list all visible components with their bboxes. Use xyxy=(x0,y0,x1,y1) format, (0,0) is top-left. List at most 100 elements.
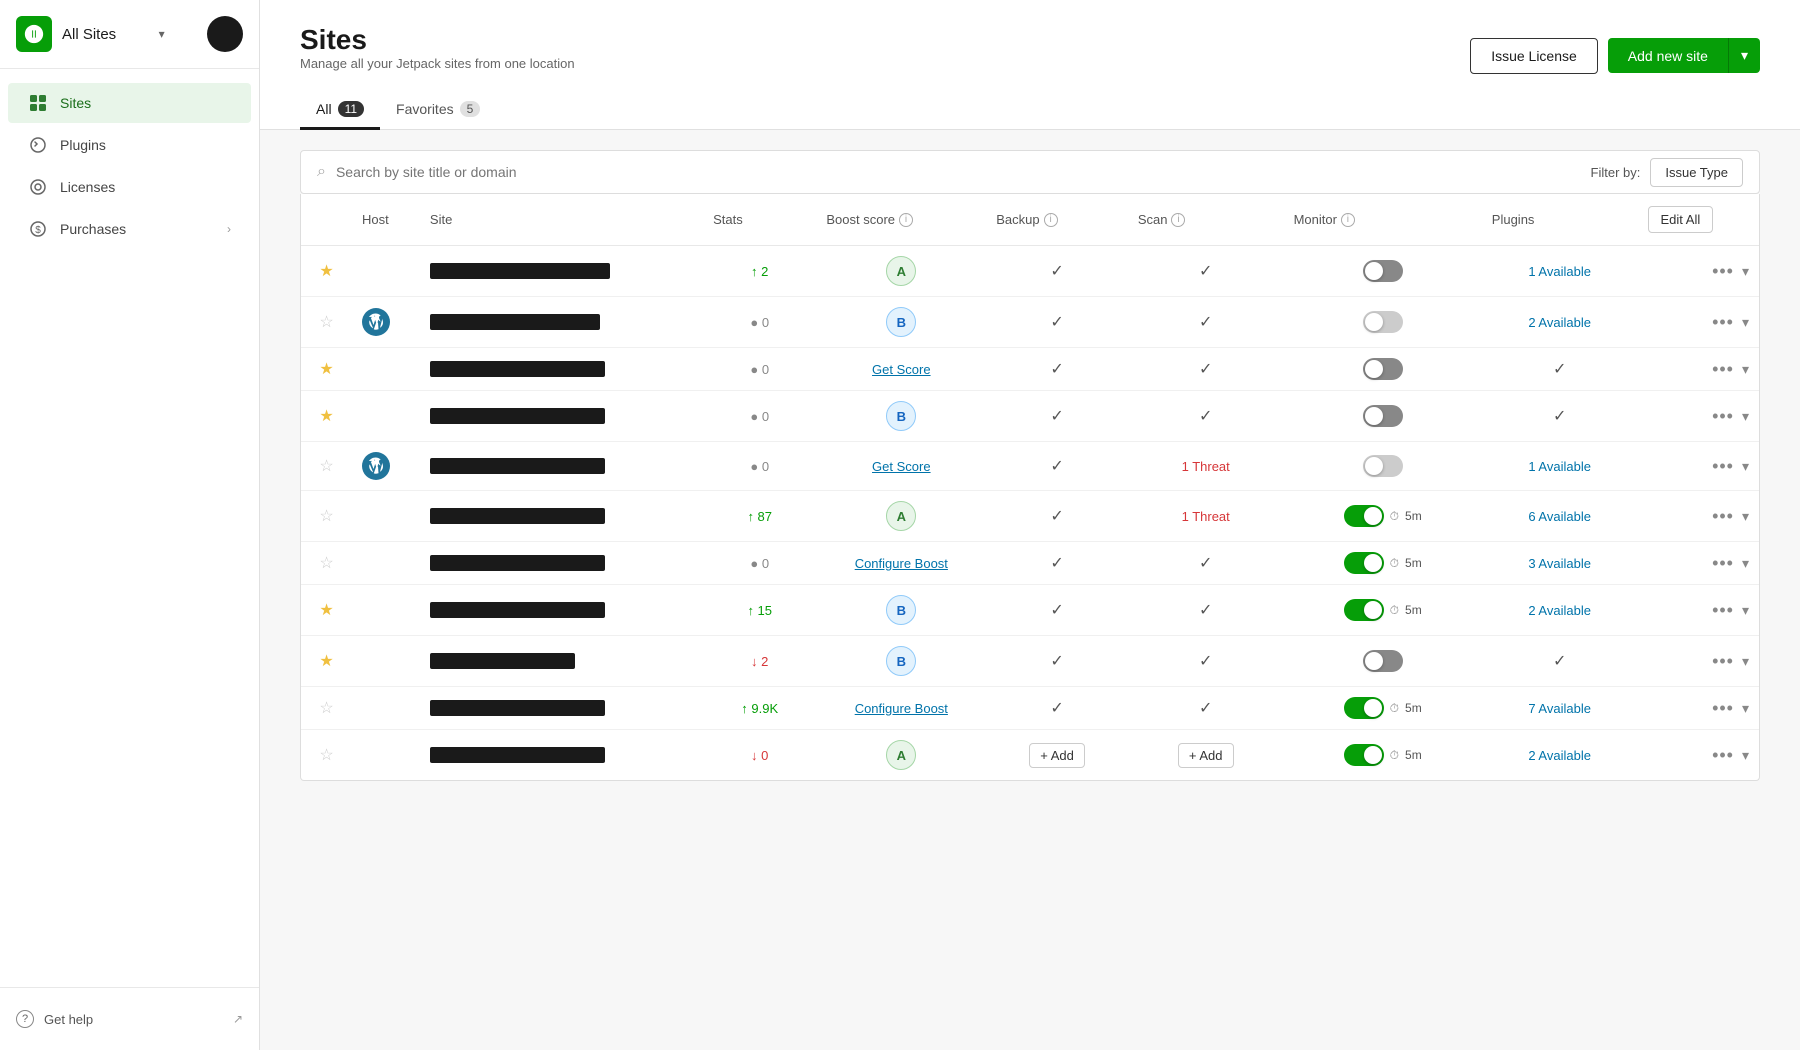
sidebar-item-sites[interactable]: Sites xyxy=(8,83,251,123)
tab-all-label: All xyxy=(316,101,332,117)
tabs-bar: All 11 Favorites 5 xyxy=(300,91,1760,129)
monitor-toggle[interactable] xyxy=(1363,311,1403,333)
row-expand-button[interactable]: ▾ xyxy=(1742,653,1749,670)
monitor-toggle[interactable] xyxy=(1363,260,1403,282)
star-toggle[interactable]: ☆ xyxy=(319,458,333,475)
row-more-menu-button[interactable]: ••• xyxy=(1712,406,1734,427)
star-toggle[interactable]: ★ xyxy=(319,361,333,378)
plugins-check-icon: ✓ xyxy=(1553,653,1566,670)
tab-favorites[interactable]: Favorites 5 xyxy=(380,91,496,130)
star-toggle[interactable]: ☆ xyxy=(319,555,333,572)
row-more-menu-button[interactable]: ••• xyxy=(1712,553,1734,574)
get-help-item[interactable]: ? Get help ↗ xyxy=(16,1004,243,1034)
issue-license-button[interactable]: Issue License xyxy=(1470,38,1598,74)
plugins-available-link[interactable]: 6 Available xyxy=(1528,509,1591,524)
get-score-link[interactable]: Get Score xyxy=(872,459,931,474)
row-expand-button[interactable]: ▾ xyxy=(1742,555,1749,572)
monitor-toggle[interactable] xyxy=(1363,455,1403,477)
row-expand-button[interactable]: ▾ xyxy=(1742,408,1749,425)
scan-threat-link[interactable]: 1 Threat xyxy=(1182,509,1230,524)
star-toggle[interactable]: ★ xyxy=(319,653,333,670)
add-site-dropdown-button[interactable]: ▾ xyxy=(1728,38,1760,73)
boost-score-badge: A xyxy=(886,740,916,770)
scan-threat-link[interactable]: 1 Threat xyxy=(1182,459,1230,474)
scan-info-icon[interactable]: i xyxy=(1171,213,1185,227)
user-avatar[interactable] xyxy=(207,16,243,52)
plugins-available-link[interactable]: 7 Available xyxy=(1528,701,1591,716)
scan-check-icon: ✓ xyxy=(1199,602,1212,619)
add-new-site-button[interactable]: Add new site xyxy=(1608,38,1728,73)
row-expand-button[interactable]: ▾ xyxy=(1742,747,1749,764)
row-expand-button[interactable]: ▾ xyxy=(1742,602,1749,619)
boost-info-icon[interactable]: i xyxy=(899,213,913,227)
search-input[interactable] xyxy=(336,164,1591,180)
sidebar-item-licenses[interactable]: Licenses xyxy=(8,167,251,207)
site-dropdown-icon[interactable]: ▾ xyxy=(159,27,165,41)
sidebar: All Sites ▾ Sites xyxy=(0,0,260,1050)
row-expand-button[interactable]: ▾ xyxy=(1742,314,1749,331)
row-more-menu-button[interactable]: ••• xyxy=(1712,600,1734,621)
plugins-available-link[interactable]: 3 Available xyxy=(1528,556,1591,571)
table-header: Host Site Stats Boost score i Backup xyxy=(301,194,1759,246)
monitor-interval: 5m xyxy=(1405,701,1422,715)
monitor-info-icon[interactable]: i xyxy=(1341,213,1355,227)
row-more-menu-button[interactable]: ••• xyxy=(1712,745,1734,766)
scan-add-button[interactable]: + Add xyxy=(1178,743,1234,768)
row-more-menu-button[interactable]: ••• xyxy=(1712,698,1734,719)
monitor-toggle[interactable] xyxy=(1363,650,1403,672)
monitor-interval: 5m xyxy=(1405,748,1422,762)
row-more-menu-button[interactable]: ••• xyxy=(1712,456,1734,477)
backup-check-icon: ✓ xyxy=(1050,602,1063,619)
filter-issue-type-button[interactable]: Issue Type xyxy=(1650,158,1743,187)
filter-area: Filter by: Issue Type xyxy=(1591,158,1743,187)
monitor-toggle[interactable] xyxy=(1344,505,1384,527)
monitor-toggle[interactable] xyxy=(1344,599,1384,621)
stats-value: ● 0 xyxy=(750,362,769,377)
monitor-toggle[interactable] xyxy=(1344,697,1384,719)
edit-all-button[interactable]: Edit All xyxy=(1648,206,1714,233)
star-toggle[interactable]: ☆ xyxy=(319,700,333,717)
star-toggle[interactable]: ★ xyxy=(319,602,333,619)
row-expand-button[interactable]: ▾ xyxy=(1742,700,1749,717)
clock-icon: ⏱ xyxy=(1390,603,1399,618)
sidebar-licenses-label: Licenses xyxy=(60,179,115,195)
sidebar-item-plugins[interactable]: Plugins xyxy=(8,125,251,165)
backup-add-button[interactable]: + Add xyxy=(1029,743,1085,768)
row-expand-button[interactable]: ▾ xyxy=(1742,458,1749,475)
row-more-menu-button[interactable]: ••• xyxy=(1712,651,1734,672)
monitor-toggle[interactable] xyxy=(1363,358,1403,380)
row-more-menu-button[interactable]: ••• xyxy=(1712,506,1734,527)
table-row: ☆● 0B✓✓2 Available•••▾ xyxy=(301,297,1759,348)
star-toggle[interactable]: ★ xyxy=(319,263,333,280)
monitor-toggle[interactable] xyxy=(1344,744,1384,766)
tab-all[interactable]: All 11 xyxy=(300,91,380,130)
site-name-bar xyxy=(430,314,600,330)
sidebar-item-purchases[interactable]: $ Purchases › xyxy=(8,209,251,249)
plugins-available-link[interactable]: 2 Available xyxy=(1528,748,1591,763)
plugins-available-link[interactable]: 1 Available xyxy=(1528,264,1591,279)
row-more-menu-button[interactable]: ••• xyxy=(1712,261,1734,282)
row-expand-button[interactable]: ▾ xyxy=(1742,263,1749,280)
configure-boost-link[interactable]: Configure Boost xyxy=(855,701,948,716)
backup-check-icon: ✓ xyxy=(1050,508,1063,525)
backup-info-icon[interactable]: i xyxy=(1044,213,1058,227)
star-toggle[interactable]: ☆ xyxy=(319,747,333,764)
row-expand-button[interactable]: ▾ xyxy=(1742,508,1749,525)
th-plugins: Plugins xyxy=(1482,194,1638,246)
row-more-menu-button[interactable]: ••• xyxy=(1712,312,1734,333)
star-toggle[interactable]: ☆ xyxy=(319,508,333,525)
plugins-available-link[interactable]: 2 Available xyxy=(1528,315,1591,330)
row-more-menu-button[interactable]: ••• xyxy=(1712,359,1734,380)
monitor-toggle[interactable] xyxy=(1344,552,1384,574)
get-score-link[interactable]: Get Score xyxy=(872,362,931,377)
row-expand-button[interactable]: ▾ xyxy=(1742,361,1749,378)
star-toggle[interactable]: ☆ xyxy=(319,314,333,331)
licenses-icon xyxy=(28,177,48,197)
plugins-available-link[interactable]: 1 Available xyxy=(1528,459,1591,474)
configure-boost-link[interactable]: Configure Boost xyxy=(855,556,948,571)
plugins-available-link[interactable]: 2 Available xyxy=(1528,603,1591,618)
monitor-toggle[interactable] xyxy=(1363,405,1403,427)
monitor-cell: ⏱5m xyxy=(1294,552,1472,574)
star-toggle[interactable]: ★ xyxy=(319,408,333,425)
table-area: ⌕ Filter by: Issue Type Host Site Stats xyxy=(260,130,1800,1050)
